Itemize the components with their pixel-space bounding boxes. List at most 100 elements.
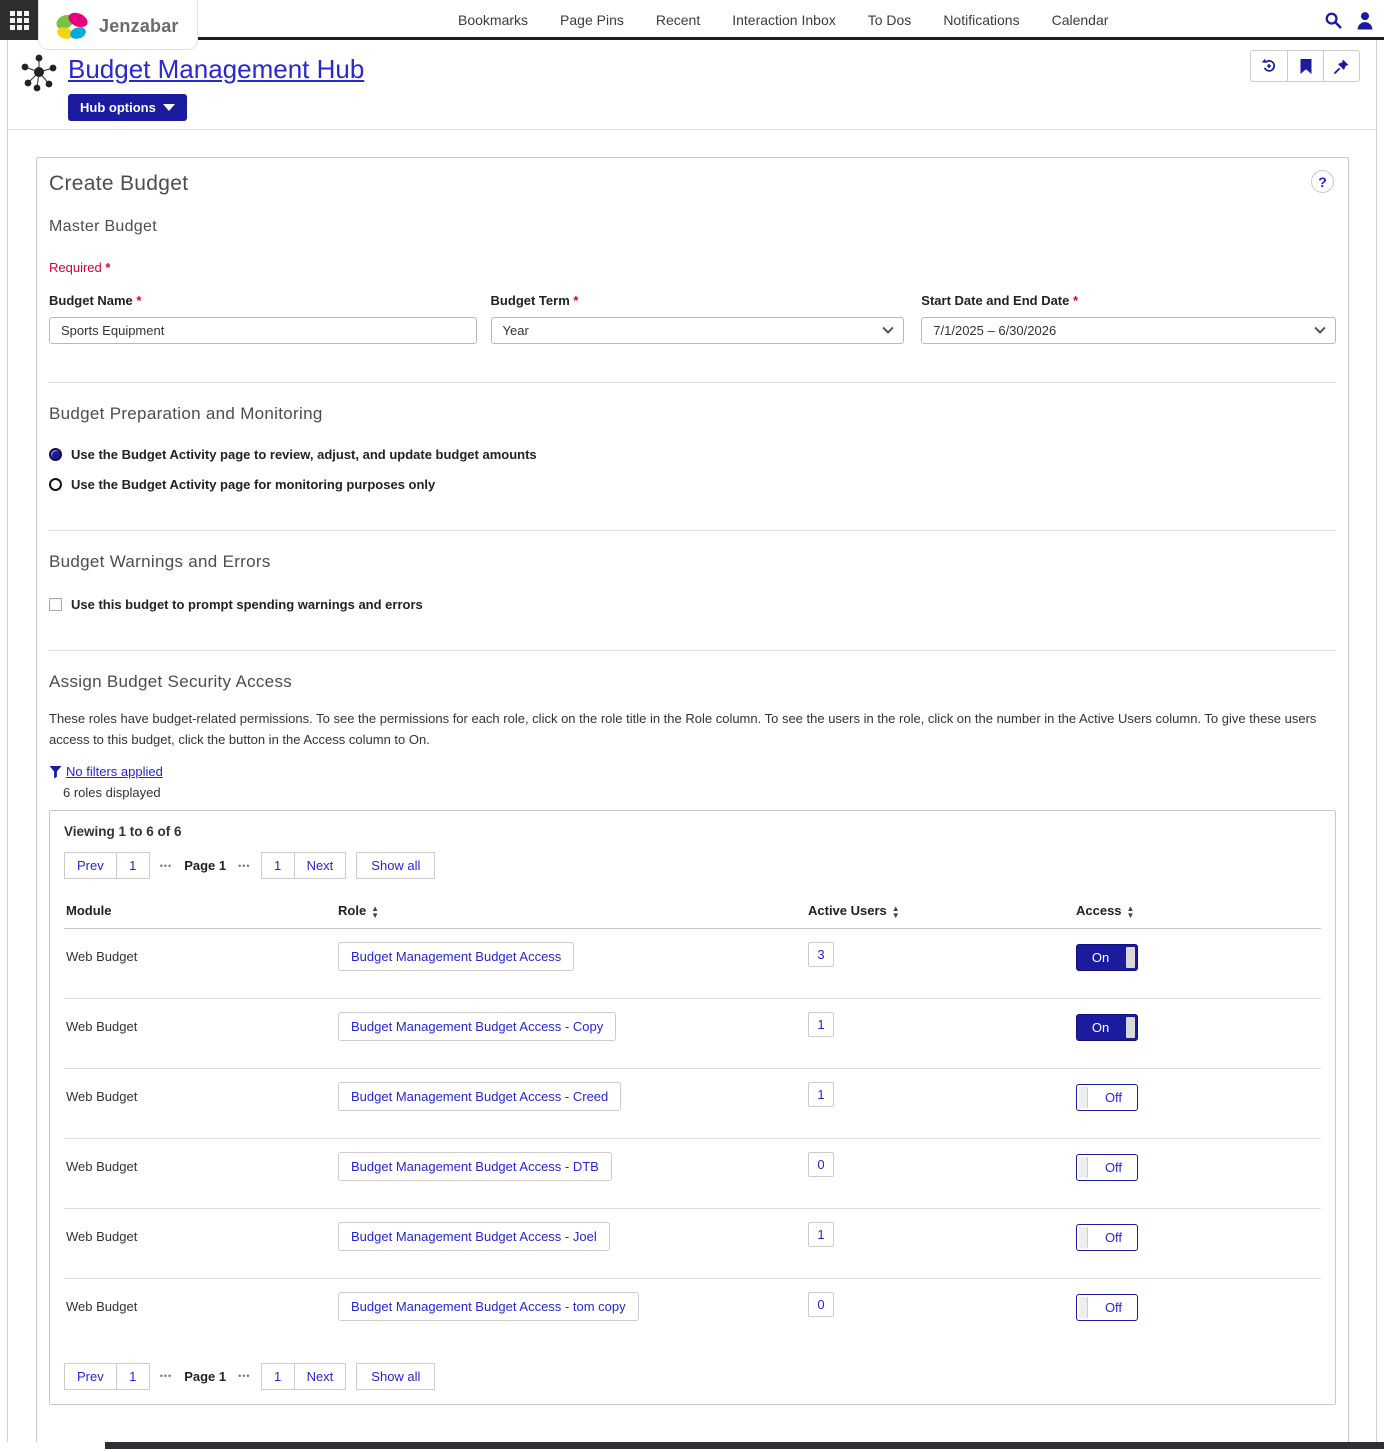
budget-name-input[interactable] [49,317,477,344]
active-users-count-button[interactable]: 0 [808,1292,834,1317]
toggle-label: Off [1090,1085,1137,1110]
pagination-ellipsis: ••• [160,861,172,871]
pin-page-button[interactable] [1323,51,1359,81]
current-page-label: Page 1 [184,1369,226,1384]
nav-interaction-inbox[interactable]: Interaction Inbox [732,12,836,28]
role-link-button[interactable]: Budget Management Budget Access [338,942,574,971]
refresh-page-button[interactable] [1251,51,1287,81]
nav-notifications[interactable]: Notifications [943,12,1019,28]
warnings-checkbox-row[interactable]: Use this budget to prompt spending warni… [49,597,1336,612]
active-users-count-button[interactable]: 1 [808,1222,834,1247]
nav-to-dos[interactable]: To Dos [868,12,912,28]
app-switcher-button[interactable] [0,0,38,40]
access-column-header: Access▲▼ [1076,903,1321,919]
nav-calendar[interactable]: Calendar [1052,12,1109,28]
section-divider [49,382,1336,383]
access-toggle[interactable]: Off [1076,1154,1138,1181]
active-users-count-button[interactable]: 1 [808,1012,834,1037]
active-users-count-button[interactable]: 0 [808,1152,834,1177]
table-row: Web Budget Budget Management Budget Acce… [64,1138,1321,1208]
radio-option-monitoring-only[interactable]: Use the Budget Activity page for monitor… [49,477,1336,492]
filter-row: No filters applied [49,764,1336,779]
active-users-count-button[interactable]: 1 [808,1082,834,1107]
module-cell: Web Budget [64,1152,338,1174]
role-link-button[interactable]: Budget Management Budget Access - Copy [338,1012,616,1041]
page-title-link[interactable]: Budget Management Hub [68,54,364,85]
warnings-section-title: Budget Warnings and Errors [49,552,1336,572]
show-all-button[interactable]: Show all [356,1363,435,1390]
active-users-count-button[interactable]: 3 [808,942,834,967]
budget-term-value: Year [503,323,529,338]
radio-option-review-adjust[interactable]: Use the Budget Activity page to review, … [49,447,1336,462]
top-navigation-bar: Jenzabar Bookmarks Page Pins Recent Inte… [0,0,1384,40]
nav-recent[interactable]: Recent [656,12,700,28]
sort-icon[interactable]: ▲▼ [371,905,379,919]
user-profile-icon[interactable] [1356,11,1374,30]
bottom-edge-strip [0,1442,1384,1449]
table-row: Web Budget Budget Management Budget Acce… [64,1278,1321,1348]
page-content: Create Budget ? Master Budget Required *… [8,130,1376,1442]
access-toggle[interactable]: Off [1076,1224,1138,1251]
prev-page-button[interactable]: Prev [64,852,117,879]
prev-page-button[interactable]: Prev [64,1363,117,1390]
brand-logo[interactable]: Jenzabar [38,0,198,50]
page-1-button[interactable]: 1 [261,852,295,879]
role-column-header: Role▲▼ [338,903,808,919]
pagination-bottom: Prev 1 ••• Page 1 ••• 1 Next Show all [64,1363,1321,1390]
toggle-label: Off [1090,1155,1137,1180]
budget-term-select[interactable]: Year [491,317,905,344]
roles-displayed-count: 6 roles displayed [63,785,1336,800]
pagination-top: Prev 1 ••• Page 1 ••• 1 Next Show all [64,852,1321,879]
nav-bookmarks[interactable]: Bookmarks [458,12,528,28]
role-link-button[interactable]: Budget Management Budget Access - tom co… [338,1292,639,1321]
toggle-handle [1126,1017,1135,1038]
page-1-button[interactable]: 1 [261,1363,295,1390]
hub-options-button[interactable]: Hub options [68,94,187,121]
nav-page-pins[interactable]: Page Pins [560,12,624,28]
role-link-button[interactable]: Budget Management Budget Access - Creed [338,1082,621,1111]
security-section-title: Assign Budget Security Access [49,672,1336,692]
toggle-handle [1079,1087,1088,1108]
radio-button[interactable] [49,478,62,491]
bookmark-page-button[interactable] [1287,51,1323,81]
access-toggle[interactable]: On [1076,1014,1138,1041]
sort-icon[interactable]: ▲▼ [892,905,900,919]
table-row: Web Budget Budget Management Budget Acce… [64,1068,1321,1138]
module-cell: Web Budget [64,1222,338,1244]
budget-term-label: Budget Term * [491,293,905,308]
hub-options-label: Hub options [80,100,156,115]
master-budget-heading: Master Budget [49,218,1336,236]
page-1-button[interactable]: 1 [116,1363,150,1390]
role-link-button[interactable]: Budget Management Budget Access - Joel [338,1222,610,1251]
topbar-icon-group [1324,0,1374,40]
access-toggle[interactable]: Off [1076,1294,1138,1321]
access-toggle[interactable]: On [1076,944,1138,971]
bookmark-icon [1299,58,1313,75]
role-link-button[interactable]: Budget Management Budget Access - DTB [338,1152,612,1181]
next-page-button[interactable]: Next [294,852,347,879]
toggle-handle [1079,1297,1088,1318]
sort-icon[interactable]: ▲▼ [1127,905,1135,919]
section-divider [49,650,1336,651]
help-icon[interactable]: ? [1311,170,1334,193]
search-icon[interactable] [1324,11,1343,30]
page-1-button[interactable]: 1 [116,852,150,879]
access-toggle[interactable]: Off [1076,1084,1138,1111]
radio-button[interactable] [49,448,62,461]
table-row: Web Budget Budget Management Budget Acce… [64,998,1321,1068]
dates-select[interactable]: 7/1/2025 – 6/30/2026 [921,317,1336,344]
toggle-label: On [1077,945,1124,970]
budget-fields-row: Budget Name * Budget Term * Year Start D… [49,293,1336,344]
module-cell: Web Budget [64,1082,338,1104]
show-all-button[interactable]: Show all [356,852,435,879]
section-divider [49,530,1336,531]
page-container: Budget Management Hub Hub options [7,40,1377,1442]
next-page-button[interactable]: Next [294,1363,347,1390]
checkbox[interactable] [49,598,62,611]
no-filters-link[interactable]: No filters applied [66,764,163,779]
table-row: Web Budget Budget Management Budget Acce… [64,1208,1321,1278]
required-note: Required * [49,260,1336,275]
toggle-handle [1079,1227,1088,1248]
current-page-label: Page 1 [184,858,226,873]
prep-section-title: Budget Preparation and Monitoring [49,404,1336,424]
